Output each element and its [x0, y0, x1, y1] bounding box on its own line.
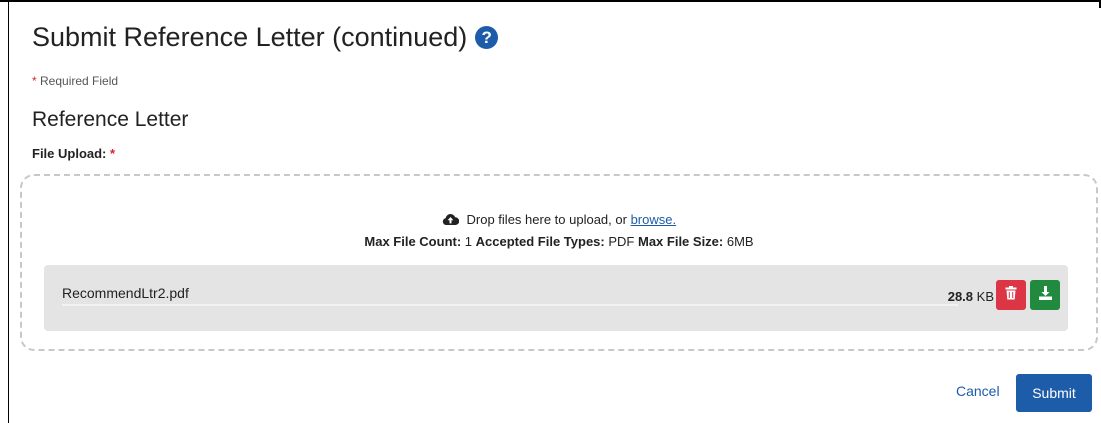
file-progress-bar	[62, 304, 958, 306]
required-field-text: Required Field	[40, 74, 119, 88]
accepted-types-value: PDF	[608, 234, 635, 249]
upload-constraints: Max File Count: 1 Accepted File Types: P…	[22, 234, 1096, 249]
max-file-size-label: Max File Size:	[637, 234, 724, 249]
required-star: *	[32, 74, 37, 88]
file-size-value: 28.8	[947, 289, 974, 304]
trash-icon	[1005, 285, 1017, 305]
required-star: *	[110, 146, 116, 161]
drop-instructions: Drop files here to upload, or browse.	[22, 212, 1096, 229]
drop-text: Drop files here to upload, or	[466, 212, 627, 227]
page-title: Submit Reference Letter (continued)	[32, 22, 468, 52]
delete-file-button[interactable]	[996, 280, 1026, 310]
required-field-note: * Required Field	[32, 74, 118, 88]
title-row: Submit Reference Letter (continued) ?	[32, 22, 499, 53]
left-border	[8, 0, 9, 423]
max-file-size-value: 6MB	[726, 234, 754, 249]
uploaded-file-row: RecommendLtr2.pdf 28.8 KB	[44, 265, 1068, 331]
max-file-count-value: 1	[464, 234, 473, 249]
browse-link[interactable]: browse.	[631, 212, 677, 227]
file-size-unit: KB	[976, 289, 994, 304]
download-icon	[1038, 285, 1052, 305]
file-upload-label: File Upload: *	[32, 146, 115, 161]
download-file-button[interactable]	[1030, 280, 1060, 310]
file-name: RecommendLtr2.pdf	[62, 285, 189, 301]
section-title: Reference Letter	[32, 108, 189, 131]
accepted-types-label: Accepted File Types:	[475, 234, 605, 249]
cancel-link[interactable]: Cancel	[956, 383, 1000, 399]
question-circle-icon[interactable]: ?	[475, 26, 499, 49]
top-border	[0, 0, 1101, 8]
file-size: 28.8 KB	[948, 289, 994, 304]
submit-button[interactable]: Submit	[1016, 374, 1092, 412]
cloud-upload-icon	[442, 213, 460, 229]
max-file-count-label: Max File Count:	[364, 234, 462, 249]
file-dropzone[interactable]: Drop files here to upload, or browse. Ma…	[20, 174, 1098, 351]
file-upload-label-text: File Upload:	[32, 146, 107, 161]
